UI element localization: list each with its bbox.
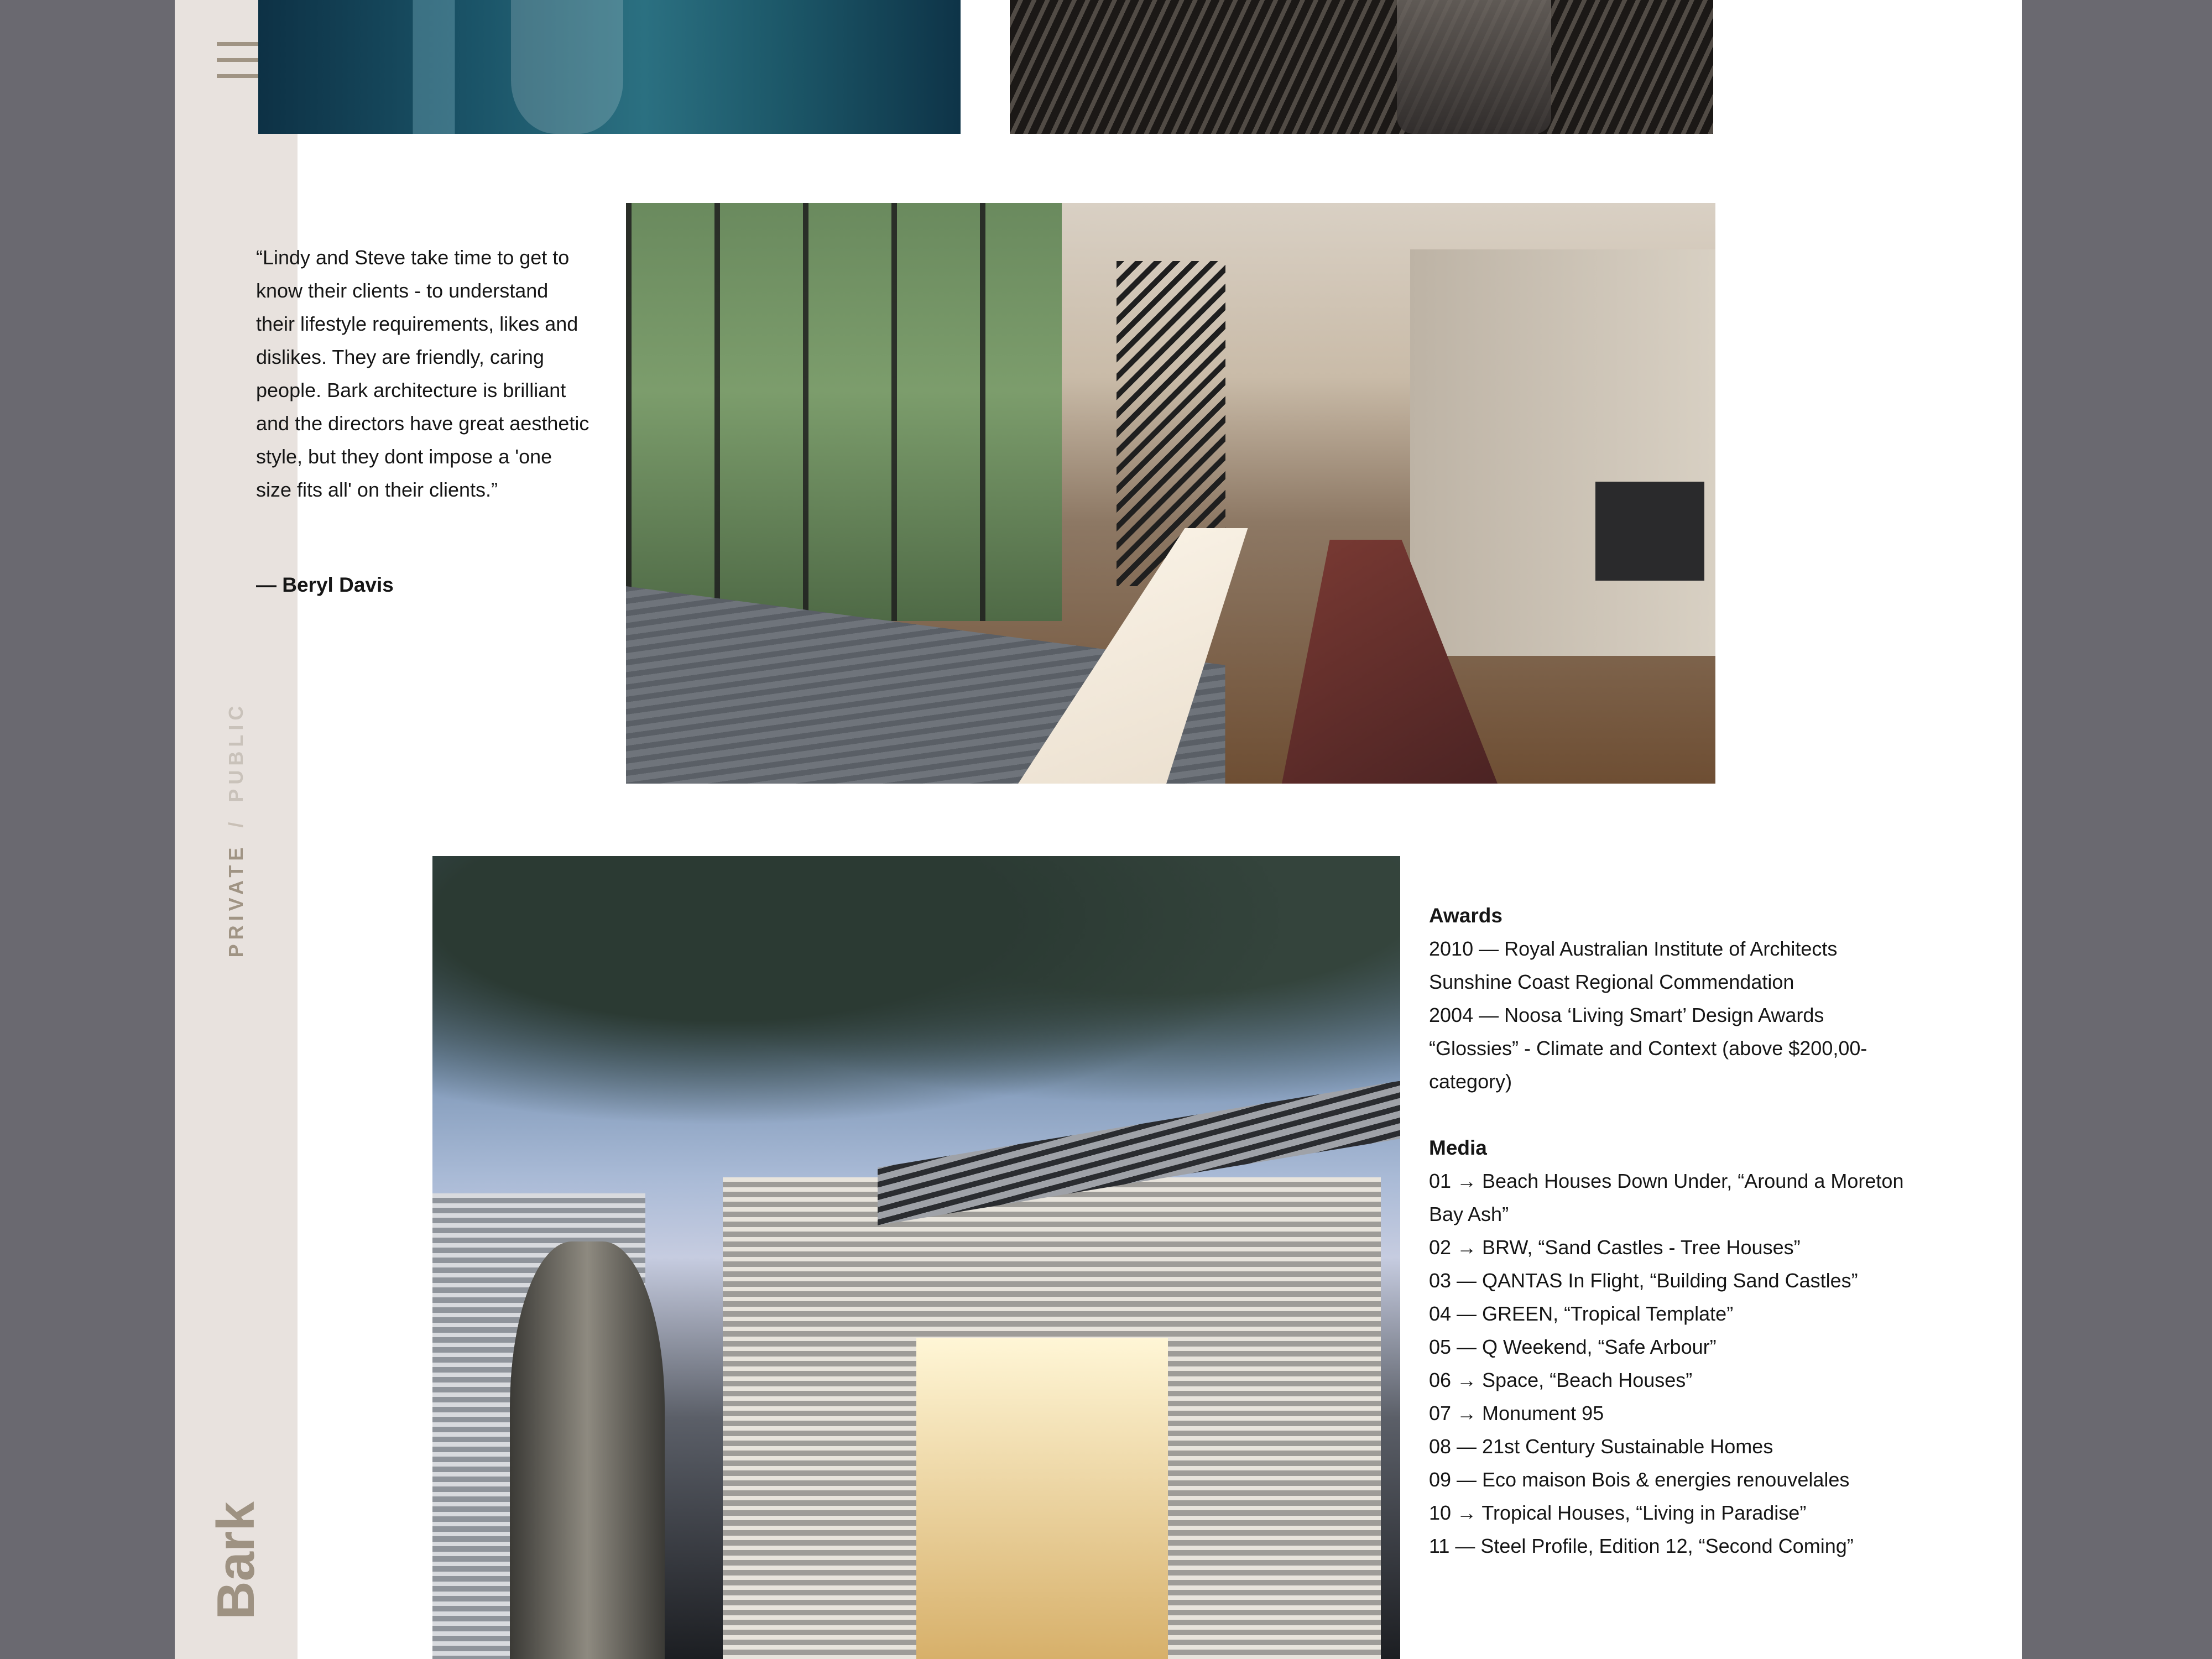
media-item: 08 — 21st Century Sustainable Homes: [1429, 1435, 1773, 1458]
media-item: 02 → BRW, “Sand Castles - Tree Houses”: [1429, 1236, 1801, 1259]
media-item: 05 — Q Weekend, “Safe Arbour”: [1429, 1335, 1717, 1358]
media-item: 04 — GREEN, “Tropical Template”: [1429, 1302, 1734, 1325]
project-photo-deck: [1010, 0, 1713, 134]
testimonial-quote: “Lindy and Steve take time to get to kno…: [256, 246, 589, 501]
testimonial-author: — Beryl Davis: [256, 573, 394, 596]
media-item: 09 — Eco maison Bois & energies renouvel…: [1429, 1468, 1850, 1491]
bark-logo[interactable]: Bark: [206, 1501, 267, 1619]
filter-public-link[interactable]: PUBLIC: [225, 702, 247, 802]
media-item: 11 — Steel Profile, Edition 12, “Second …: [1429, 1535, 1854, 1557]
media-item: 01 → Beach Houses Down Under, “Around a …: [1429, 1170, 1904, 1225]
media-heading: Media: [1429, 1136, 1487, 1159]
privacy-filter: PRIVATE / PUBLIC: [225, 702, 248, 958]
project-photo-exterior: [432, 856, 1400, 1659]
project-photo-pool: [258, 0, 961, 134]
awards-media-column: Awards 2010 — Royal Australian Institute…: [1429, 899, 1905, 1563]
media-item: 07 → Monument 95: [1429, 1402, 1604, 1425]
project-photo-living-room: [626, 203, 1715, 784]
award-item: 2004 — Noosa ‘Living Smart’ Design Award…: [1429, 1004, 1867, 1093]
media-item: 06 → Space, “Beach Houses”: [1429, 1369, 1693, 1391]
media-item: 10 → Tropical Houses, “Living in Paradis…: [1429, 1501, 1807, 1524]
filter-separator: /: [225, 817, 247, 828]
award-item: 2010 — Royal Australian Institute of Arc…: [1429, 937, 1838, 993]
hamburger-menu-icon[interactable]: [217, 42, 264, 79]
awards-list: 2010 — Royal Australian Institute of Arc…: [1429, 932, 1905, 1098]
awards-heading: Awards: [1429, 904, 1503, 927]
filter-private-link[interactable]: PRIVATE: [225, 843, 247, 958]
media-item: 03 — QANTAS In Flight, “Building Sand Ca…: [1429, 1269, 1858, 1292]
media-list: 01 → Beach Houses Down Under, “Around a …: [1429, 1165, 1905, 1563]
